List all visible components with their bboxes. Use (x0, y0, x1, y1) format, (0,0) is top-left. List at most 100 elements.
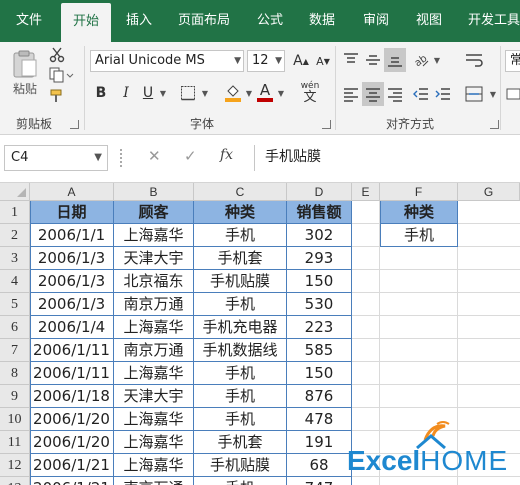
row-header[interactable]: 12 (0, 454, 30, 477)
cut-button[interactable] (46, 46, 68, 64)
table-cell[interactable]: 2006/1/3 (30, 270, 114, 293)
table-cell[interactable]: 手机 (194, 408, 287, 431)
orientation-button[interactable]: ab (410, 48, 432, 72)
tab-insert[interactable]: 插入 (116, 0, 162, 42)
table-cell[interactable]: 上海嘉华 (114, 224, 194, 247)
table-cell[interactable]: 上海嘉华 (114, 431, 194, 454)
table-cell[interactable]: 150 (287, 270, 352, 293)
merge-dropdown[interactable]: ▼ (488, 82, 498, 106)
phonetic-button[interactable]: wén 文 (296, 80, 324, 104)
tab-review[interactable]: 审阅 (356, 0, 396, 42)
table-header-cell[interactable]: 日期 (30, 201, 114, 224)
fill-color-button[interactable] (222, 82, 244, 104)
row-header[interactable]: 8 (0, 362, 30, 385)
table-cell[interactable]: 手机 (194, 362, 287, 385)
table-header-cell[interactable]: 种类 (194, 201, 287, 224)
row-header[interactable]: 13 (0, 477, 30, 485)
table-cell[interactable]: 2006/1/21 (30, 454, 114, 477)
table-cell[interactable]: 293 (287, 247, 352, 270)
format-painter-button[interactable] (46, 87, 68, 105)
row-header[interactable]: 9 (0, 385, 30, 408)
table-cell[interactable]: 手机 (194, 477, 287, 485)
underline-dropdown[interactable]: ▼ (158, 82, 168, 104)
row-header[interactable]: 7 (0, 339, 30, 362)
table-cell[interactable]: 手机贴膜 (194, 454, 287, 477)
table-cell[interactable]: 手机套 (194, 431, 287, 454)
table-cell[interactable]: 南京万通 (114, 477, 194, 485)
tab-home[interactable]: 开始 (61, 3, 111, 42)
paste-button[interactable]: 粘贴 (8, 48, 42, 98)
tab-file[interactable]: 文件 (4, 0, 54, 42)
align-right-button[interactable] (384, 82, 406, 106)
table-cell[interactable]: 手机数据线 (194, 339, 287, 362)
table-cell[interactable]: 2006/1/20 (30, 408, 114, 431)
fill-color-dropdown[interactable]: ▼ (244, 82, 254, 104)
table-cell[interactable]: 手机 (194, 293, 287, 316)
increase-indent-button[interactable] (432, 82, 454, 106)
formula-input[interactable]: 手机贴膜 (254, 145, 520, 171)
table-cell[interactable]: 2006/1/11 (30, 339, 114, 362)
table-cell[interactable]: 手机贴膜 (194, 270, 287, 293)
row-header[interactable]: 5 (0, 293, 30, 316)
name-box[interactable]: C4 ▼ (4, 145, 108, 171)
row-header[interactable]: 10 (0, 408, 30, 431)
italic-button[interactable]: I (117, 82, 135, 104)
underline-button[interactable]: U (139, 82, 157, 104)
cancel-icon[interactable]: ✕ (148, 147, 161, 165)
table-cell[interactable]: 天津大宇 (114, 247, 194, 270)
table-cell[interactable]: 2006/1/1 (30, 224, 114, 247)
increase-font-button[interactable]: A ▲ (290, 50, 312, 72)
merge-center-button[interactable] (462, 82, 486, 106)
borders-dropdown[interactable]: ▼ (200, 82, 210, 104)
orientation-dropdown[interactable]: ▼ (432, 48, 442, 72)
column-header-c[interactable]: C (194, 183, 287, 201)
align-center-button[interactable] (362, 82, 384, 106)
table-header-cell[interactable]: 顾客 (114, 201, 194, 224)
table-cell[interactable]: 手机充电器 (194, 316, 287, 339)
row-header[interactable]: 6 (0, 316, 30, 339)
row-header[interactable]: 11 (0, 431, 30, 454)
align-left-button[interactable] (340, 82, 362, 106)
wrap-text-button[interactable] (462, 48, 486, 72)
font-color-dropdown[interactable]: ▼ (276, 82, 286, 104)
table-cell[interactable]: 2006/1/18 (30, 385, 114, 408)
column-header-d[interactable]: D (287, 183, 352, 201)
table-cell[interactable]: 747 (287, 477, 352, 485)
table-cell[interactable]: 876 (287, 385, 352, 408)
table-cell[interactable]: 手机 (194, 385, 287, 408)
table-cell[interactable]: 68 (287, 454, 352, 477)
table-cell[interactable]: 302 (287, 224, 352, 247)
font-color-button[interactable]: A (256, 80, 274, 104)
table-cell[interactable]: 南京万通 (114, 339, 194, 362)
align-middle-button[interactable] (362, 48, 384, 72)
column-header-b[interactable]: B (114, 183, 194, 201)
clipboard-launcher[interactable] (70, 120, 79, 129)
table-cell[interactable]: 南京万通 (114, 293, 194, 316)
accounting-format-button[interactable] (505, 82, 520, 106)
font-size-combo[interactable]: 12 ▼ (247, 50, 285, 72)
table-cell[interactable]: 2006/1/3 (30, 247, 114, 270)
table-cell[interactable]: 北京福东 (114, 270, 194, 293)
table-cell[interactable]: 上海嘉华 (114, 362, 194, 385)
criteria-header-cell[interactable]: 种类 (380, 201, 458, 224)
font-launcher[interactable] (322, 120, 331, 129)
table-cell[interactable]: 530 (287, 293, 352, 316)
table-cell[interactable]: 223 (287, 316, 352, 339)
table-cell[interactable]: 手机套 (194, 247, 287, 270)
font-name-combo[interactable]: Arial Unicode MS ▼ (90, 50, 244, 72)
tab-view[interactable]: 视图 (409, 0, 449, 42)
row-header[interactable]: 3 (0, 247, 30, 270)
table-cell[interactable]: 上海嘉华 (114, 454, 194, 477)
table-cell[interactable]: 2006/1/3 (30, 293, 114, 316)
enter-icon[interactable]: ✓ (184, 147, 197, 165)
table-cell[interactable]: 2006/1/11 (30, 362, 114, 385)
align-bottom-button[interactable] (384, 48, 406, 72)
bold-button[interactable]: B (92, 82, 110, 104)
criteria-value-cell[interactable]: 手机 (380, 224, 458, 247)
select-all-corner[interactable] (0, 183, 30, 201)
column-header-g[interactable]: G (458, 183, 520, 201)
align-top-button[interactable] (340, 48, 362, 72)
table-cell[interactable]: 478 (287, 408, 352, 431)
column-header-f[interactable]: F (380, 183, 458, 201)
number-format-combo[interactable]: 常 (505, 50, 520, 72)
